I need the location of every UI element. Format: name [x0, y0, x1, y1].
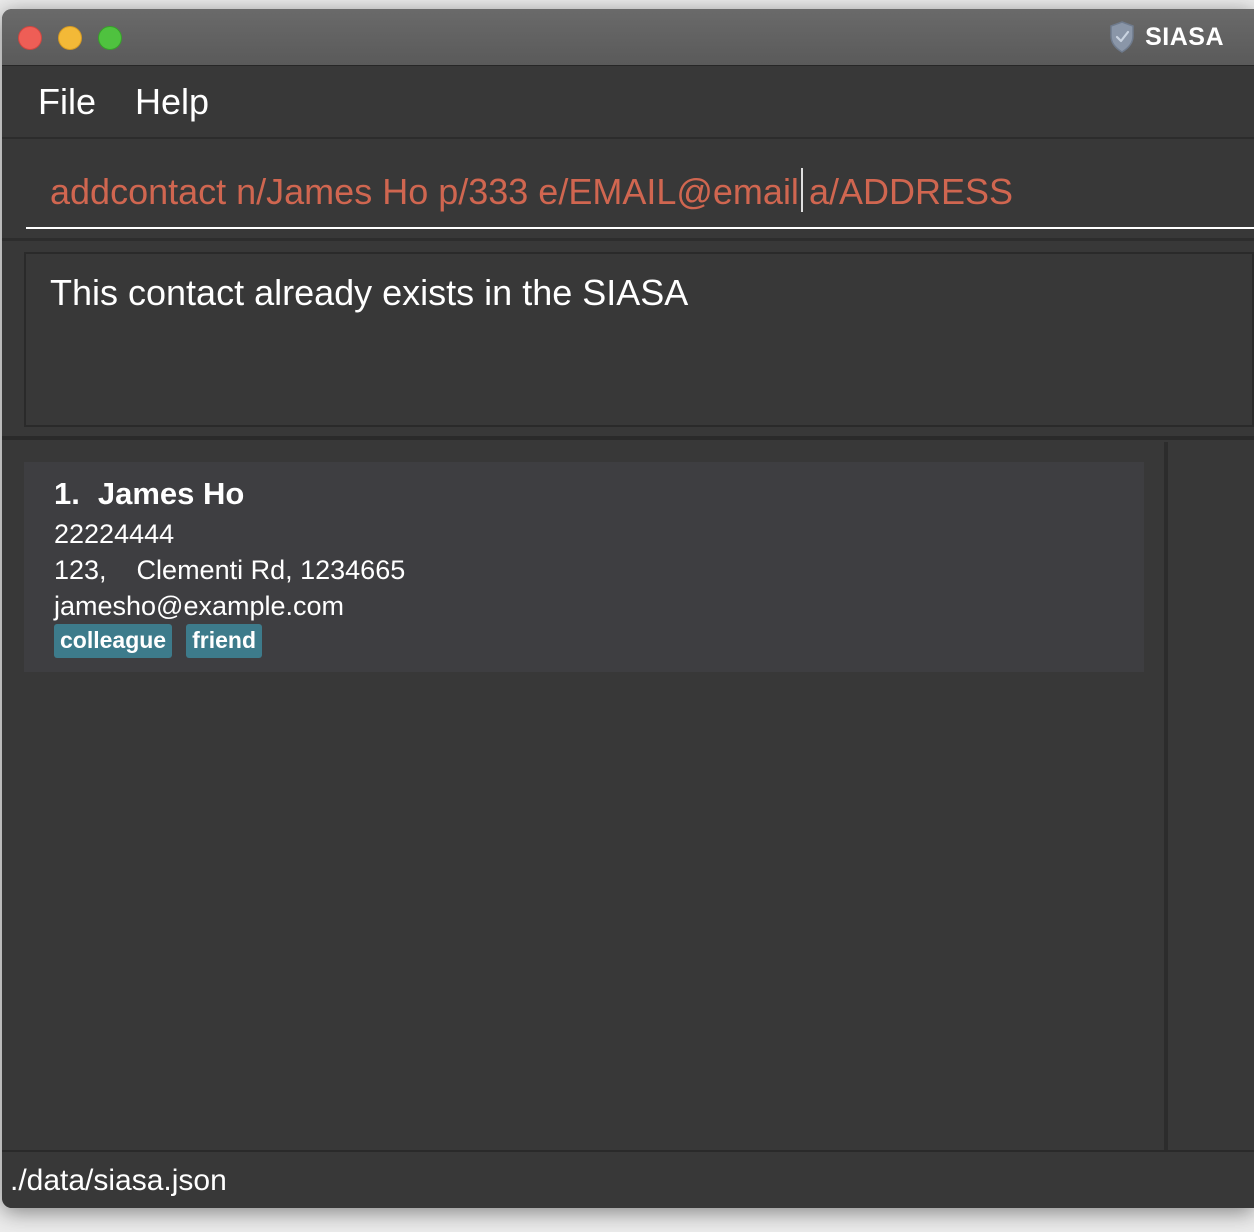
app-badge: SIASA [1109, 20, 1224, 54]
command-area: addcontact n/James Ho p/333 e/EMAIL@emai… [2, 141, 1254, 241]
menu-bar: File Help [2, 67, 1254, 139]
text-cursor [800, 168, 803, 212]
command-text-after-cursor: a/ADDRESS [808, 171, 1014, 212]
right-panel [1168, 442, 1254, 1150]
status-bar: ./data/siasa.json [2, 1150, 1254, 1208]
menu-help[interactable]: Help [135, 81, 209, 123]
shield-icon [1110, 21, 1134, 53]
contact-email: jamesho@example.com [54, 591, 345, 621]
result-area: This contact already exists in the SIASA [2, 244, 1254, 440]
result-message: This contact already exists in the SIASA [50, 272, 689, 313]
app-window: SIASA File Help addcontact n/James Ho p/… [2, 9, 1254, 1208]
command-text[interactable]: addcontact n/James Ho p/333 e/EMAIL@emai… [50, 168, 1013, 213]
command-input[interactable]: addcontact n/James Ho p/333 e/EMAIL@emai… [26, 141, 1254, 229]
contact-phone: 22224444 [54, 519, 175, 549]
contact-address: 123, Clementi Rd, 1234665 [54, 555, 406, 585]
contact-tags: colleague friend [54, 624, 262, 658]
tag-colleague: colleague [54, 624, 173, 658]
menu-file[interactable]: File [38, 81, 96, 123]
tag-friend: friend [186, 624, 262, 658]
minimize-window-button[interactable] [58, 26, 82, 50]
zoom-window-button[interactable] [98, 26, 122, 50]
contact-card[interactable]: 1. James Ho 22224444 123, Clementi Rd, 12… [24, 462, 1144, 672]
contact-title: 1. James Ho [54, 476, 244, 512]
result-display: This contact already exists in the SIASA [24, 252, 1254, 427]
contact-name: James Ho [97, 476, 245, 511]
command-text-before-cursor: addcontact n/James Ho p/333 e/EMAIL@emai… [50, 171, 799, 212]
title-bar[interactable]: SIASA [2, 9, 1254, 66]
contact-list[interactable]: 1. James Ho 22224444 123, Clementi Rd, 12… [2, 442, 1164, 1150]
window-title: SIASA [1145, 22, 1224, 51]
contact-index: 1. [54, 476, 80, 511]
close-window-button[interactable] [18, 26, 42, 50]
save-file-path: ./data/siasa.json [10, 1164, 227, 1197]
